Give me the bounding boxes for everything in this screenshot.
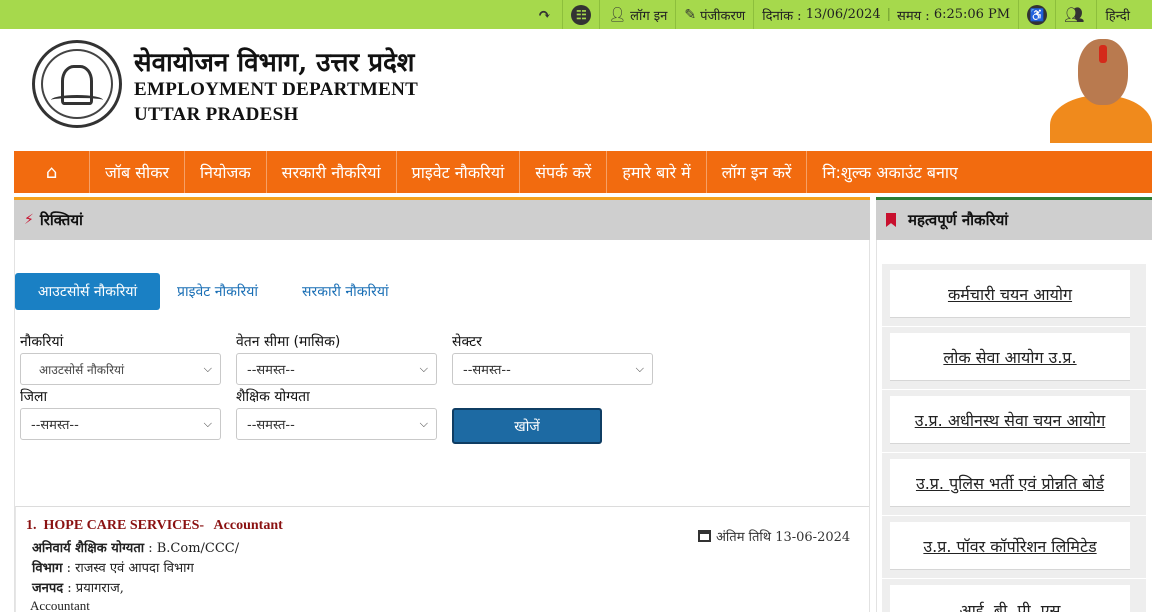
tab-government-jobs[interactable]: सरकारी नौकरियां [302, 273, 389, 310]
date-value: 13/06/2024 [805, 7, 881, 22]
site-title-english-line1: EMPLOYMENT DEPARTMENT [134, 79, 419, 100]
language-label: हिन्दी [1105, 8, 1130, 24]
sitemap-button[interactable]: ☷ [562, 0, 599, 29]
important-job-link-ssc[interactable]: कर्मचारी चयन आयोग [890, 270, 1130, 318]
refresh-button[interactable]: ↷ [526, 0, 562, 29]
job-qualification-value: : B.Com/CCC/ [148, 541, 240, 556]
job-qualification-label: अनिवार्य शैक्षिक योग्यता [32, 541, 145, 556]
district-filter-select[interactable]: --समस्त-- ⌵ [20, 408, 221, 440]
home-icon: ⌂ [45, 161, 58, 183]
top-utility-bar: ↷ ☷ 👤︎ लॉग इन ✎ पंजीकरण दिनांक : 13/06/2… [0, 0, 1152, 29]
search-button[interactable]: खोजें [452, 408, 602, 444]
nav-free-account[interactable]: नि:शुल्क अकाउंट बनाए [807, 151, 972, 193]
user-icon: 👤︎ [608, 6, 627, 23]
sector-filter-label: सेक्टर [452, 334, 482, 350]
important-job-item: उ.प्र. पुलिस भर्ती एवं प्रोन्नति बोर्ड [882, 453, 1146, 515]
vacancies-heading: ⚡︎ रिक्तियां [14, 200, 870, 240]
accessibility-icon: ♿ [1027, 4, 1048, 25]
register-label: पंजीकरण [700, 8, 746, 24]
bookmark-icon [886, 213, 896, 227]
job-number: 1. [26, 518, 37, 533]
tab-outsource-jobs[interactable]: आउटसोर्स नौकरियां [15, 273, 160, 310]
jobs-filter-value: आउटसोर्स नौकरियां [39, 362, 125, 377]
salary-filter-value: --समस्त-- [247, 363, 295, 378]
language-toggle[interactable]: हिन्दी [1096, 0, 1138, 29]
district-filter-value: --समस्त-- [31, 418, 79, 433]
nav-job-seeker[interactable]: जॉब सीकर [90, 151, 186, 193]
up-emblem-logo [32, 40, 122, 128]
vacancies-heading-label: रिक्तियां [39, 211, 83, 229]
nav-private-jobs[interactable]: प्राइवेट नौकरियां [397, 151, 521, 193]
register-link[interactable]: ✎ पंजीकरण [675, 0, 753, 29]
important-job-item: आई. बी. पी. एस [882, 579, 1146, 612]
important-job-link-police-board[interactable]: उ.प्र. पुलिस भर्ती एवं प्रोन्नति बोर्ड [890, 459, 1130, 507]
important-job-item: कर्मचारी चयन आयोग [882, 264, 1146, 326]
separator: | [886, 7, 892, 22]
user-group-icon: 👥︎ [1064, 5, 1085, 24]
main-navigation: ⌂ जॉब सीकर नियोजक सरकारी नौकरियां प्राइव… [14, 151, 1152, 193]
accessibility-button[interactable]: ♿ [1018, 0, 1055, 29]
site-title-english-line2: UTTAR PRADESH [134, 104, 299, 125]
job-deadline: अंतिम तिथि 13-06-2024 [698, 527, 850, 545]
job-district-label: जनपद [32, 581, 64, 596]
important-jobs-heading-label: महत्वपूर्ण नौकरियां [908, 211, 1009, 229]
time-label: समय : [897, 8, 930, 24]
qualification-filter-value: --समस्त-- [247, 418, 295, 433]
nav-contact[interactable]: संपर्क करें [520, 151, 608, 193]
chevron-down-icon: ⌵ [203, 417, 212, 430]
job-district: जनपद : प्रयागराज, [32, 578, 124, 596]
job-district-value: : प्रयागराज, [67, 581, 124, 596]
nav-login[interactable]: लॉग इन करें [707, 151, 808, 193]
important-jobs-heading: महत्वपूर्ण नौकरियां [876, 200, 1152, 240]
login-label: लॉग इन [630, 8, 668, 24]
chief-minister-portrait [1050, 39, 1152, 143]
chevron-down-icon: ⌵ [635, 362, 644, 375]
sector-filter-value: --समस्त-- [463, 363, 511, 378]
login-link[interactable]: 👤︎ लॉग इन [599, 0, 675, 29]
pencil-icon: ✎ [684, 6, 697, 23]
date-time-display: दिनांक : 13/06/2024 | समय : 6:25:06 PM [753, 0, 1018, 29]
site-title-hindi: सेवायोजन विभाग, उत्तर प्रदेश [134, 48, 415, 78]
jobs-filter-select[interactable]: आउटसोर्स नौकरियां ⌵ [20, 353, 221, 385]
tab-private-jobs[interactable]: प्राइवेट नौकरियां [177, 273, 258, 310]
job-deadline-label: अंतिम तिथि 13-06-2024 [716, 530, 851, 545]
time-value: 6:25:06 PM [933, 7, 1011, 22]
chevron-down-icon: ⌵ [419, 362, 428, 375]
refresh-icon: ↷ [537, 5, 552, 24]
date-label: दिनांक : [762, 8, 802, 24]
important-job-item: उ.प्र. पॉवर कॉर्पोरेशन लिमिटेड [882, 516, 1146, 578]
jobs-filter-label: नौकरियां [20, 334, 64, 350]
qualification-filter-select[interactable]: --समस्त-- ⌵ [236, 408, 437, 440]
nav-government-jobs[interactable]: सरकारी नौकरियां [267, 151, 397, 193]
job-department-value: : राजस्व एवं आपदा विभाग [66, 561, 194, 576]
job-company: HOPE CARE SERVICES- [43, 518, 205, 533]
district-filter-label: जिला [20, 389, 48, 405]
bolt-icon: ⚡︎ [24, 212, 34, 228]
qualification-filter-label: शैक्षिक योग्यता [236, 389, 310, 405]
job-role: Accountant [213, 518, 283, 533]
chevron-down-icon: ⌵ [203, 362, 212, 375]
site-header: सेवायोजन विभाग, उत्तर प्रदेश EMPLOYMENT … [14, 29, 1152, 149]
job-department-label: विभाग [32, 561, 63, 576]
important-job-link-ibps[interactable]: आई. बी. पी. एस [890, 585, 1130, 612]
job-qualification: अनिवार्य शैक्षिक योग्यता : B.Com/CCC/ [32, 538, 239, 556]
job-title[interactable]: 1. HOPE CARE SERVICES- Accountant [26, 518, 283, 534]
nav-employer[interactable]: नियोजक [185, 151, 267, 193]
job-department: विभाग : राजस्व एवं आपदा विभाग [32, 558, 194, 576]
important-job-item: उ.प्र. अधीनस्थ सेवा चयन आयोग [882, 390, 1146, 452]
nav-home[interactable]: ⌂ [14, 151, 90, 193]
calendar-icon [698, 530, 711, 542]
chevron-down-icon: ⌵ [419, 417, 428, 430]
important-job-link-power-corp[interactable]: उ.प्र. पॉवर कॉर्पोरेशन लिमिटेड [890, 522, 1130, 570]
salary-filter-label: वेतन सीमा (मासिक) [236, 334, 341, 350]
nav-about[interactable]: हमारे बारे में [607, 151, 707, 193]
important-job-link-uppsc[interactable]: लोक सेवा आयोग उ.प्र. [890, 333, 1130, 381]
important-job-item: लोक सेवा आयोग उ.प्र. [882, 327, 1146, 389]
important-job-link-upsssc[interactable]: उ.प्र. अधीनस्थ सेवा चयन आयोग [890, 396, 1130, 444]
sitemap-icon: ☷ [571, 4, 592, 25]
user-group-button[interactable]: 👥︎ [1055, 0, 1096, 29]
sector-filter-select[interactable]: --समस्त-- ⌵ [452, 353, 653, 385]
salary-filter-select[interactable]: --समस्त-- ⌵ [236, 353, 437, 385]
